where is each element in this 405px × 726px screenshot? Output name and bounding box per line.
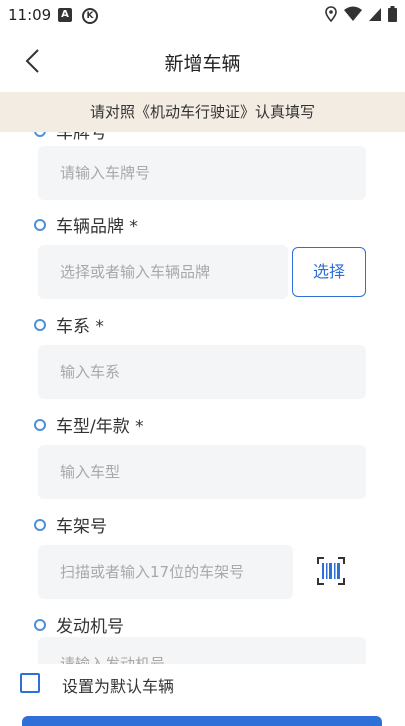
series-label: 车系 * xyxy=(34,312,104,337)
vin-input[interactable]: 扫描或者输入17位的车架号 xyxy=(38,545,293,599)
notification-a-icon: A xyxy=(58,8,72,22)
engine-label: 发动机号 xyxy=(34,612,124,637)
barcode-scan-icon[interactable] xyxy=(316,556,346,586)
bullet-dot-icon xyxy=(34,132,46,137)
vehicle-form[interactable]: 车牌号 请输入车牌号 车辆品牌 * 选择或者输入车辆品牌 选择 车系 * 输入车… xyxy=(0,132,405,664)
model-input[interactable]: 输入车型 xyxy=(38,445,366,499)
bullet-dot-icon xyxy=(34,418,46,431)
wifi-icon xyxy=(344,6,362,21)
series-input[interactable]: 输入车系 xyxy=(38,345,366,399)
location-icon xyxy=(325,6,337,22)
notice-banner: 请对照《机动车行驶证》认真填写 xyxy=(0,92,405,132)
page-title: 新增车辆 xyxy=(164,53,241,75)
nav-bar: 新增车辆 xyxy=(0,32,405,90)
battery-icon xyxy=(388,6,397,22)
submit-button[interactable] xyxy=(22,716,382,726)
bullet-dot-icon xyxy=(34,318,46,331)
vin-label: 车架号 xyxy=(34,512,107,537)
bullet-dot-icon xyxy=(34,518,46,531)
plate-label: 车牌号 xyxy=(34,132,107,143)
engine-input[interactable]: 请输入发动机号 xyxy=(38,637,366,664)
bullet-dot-icon xyxy=(34,218,46,231)
brand-label: 车辆品牌 * xyxy=(34,212,138,237)
model-label: 车型/年款 * xyxy=(34,412,144,437)
status-right-icons xyxy=(324,6,397,22)
signal-icon xyxy=(369,8,381,21)
bullet-dot-icon xyxy=(34,618,46,631)
brand-input[interactable]: 选择或者输入车辆品牌 xyxy=(38,245,288,299)
status-time: 11:09 xyxy=(8,6,52,24)
status-bar: 11:09 A K xyxy=(0,0,405,32)
select-brand-button[interactable]: 选择 xyxy=(292,247,366,297)
k-app-icon: K xyxy=(82,8,98,24)
plate-input[interactable]: 请输入车牌号 xyxy=(38,146,366,200)
default-vehicle-label[interactable]: 设置为默认车辆 xyxy=(62,673,174,697)
default-vehicle-checkbox[interactable] xyxy=(20,673,40,693)
bottom-bar: 设置为默认车辆 xyxy=(0,664,405,720)
